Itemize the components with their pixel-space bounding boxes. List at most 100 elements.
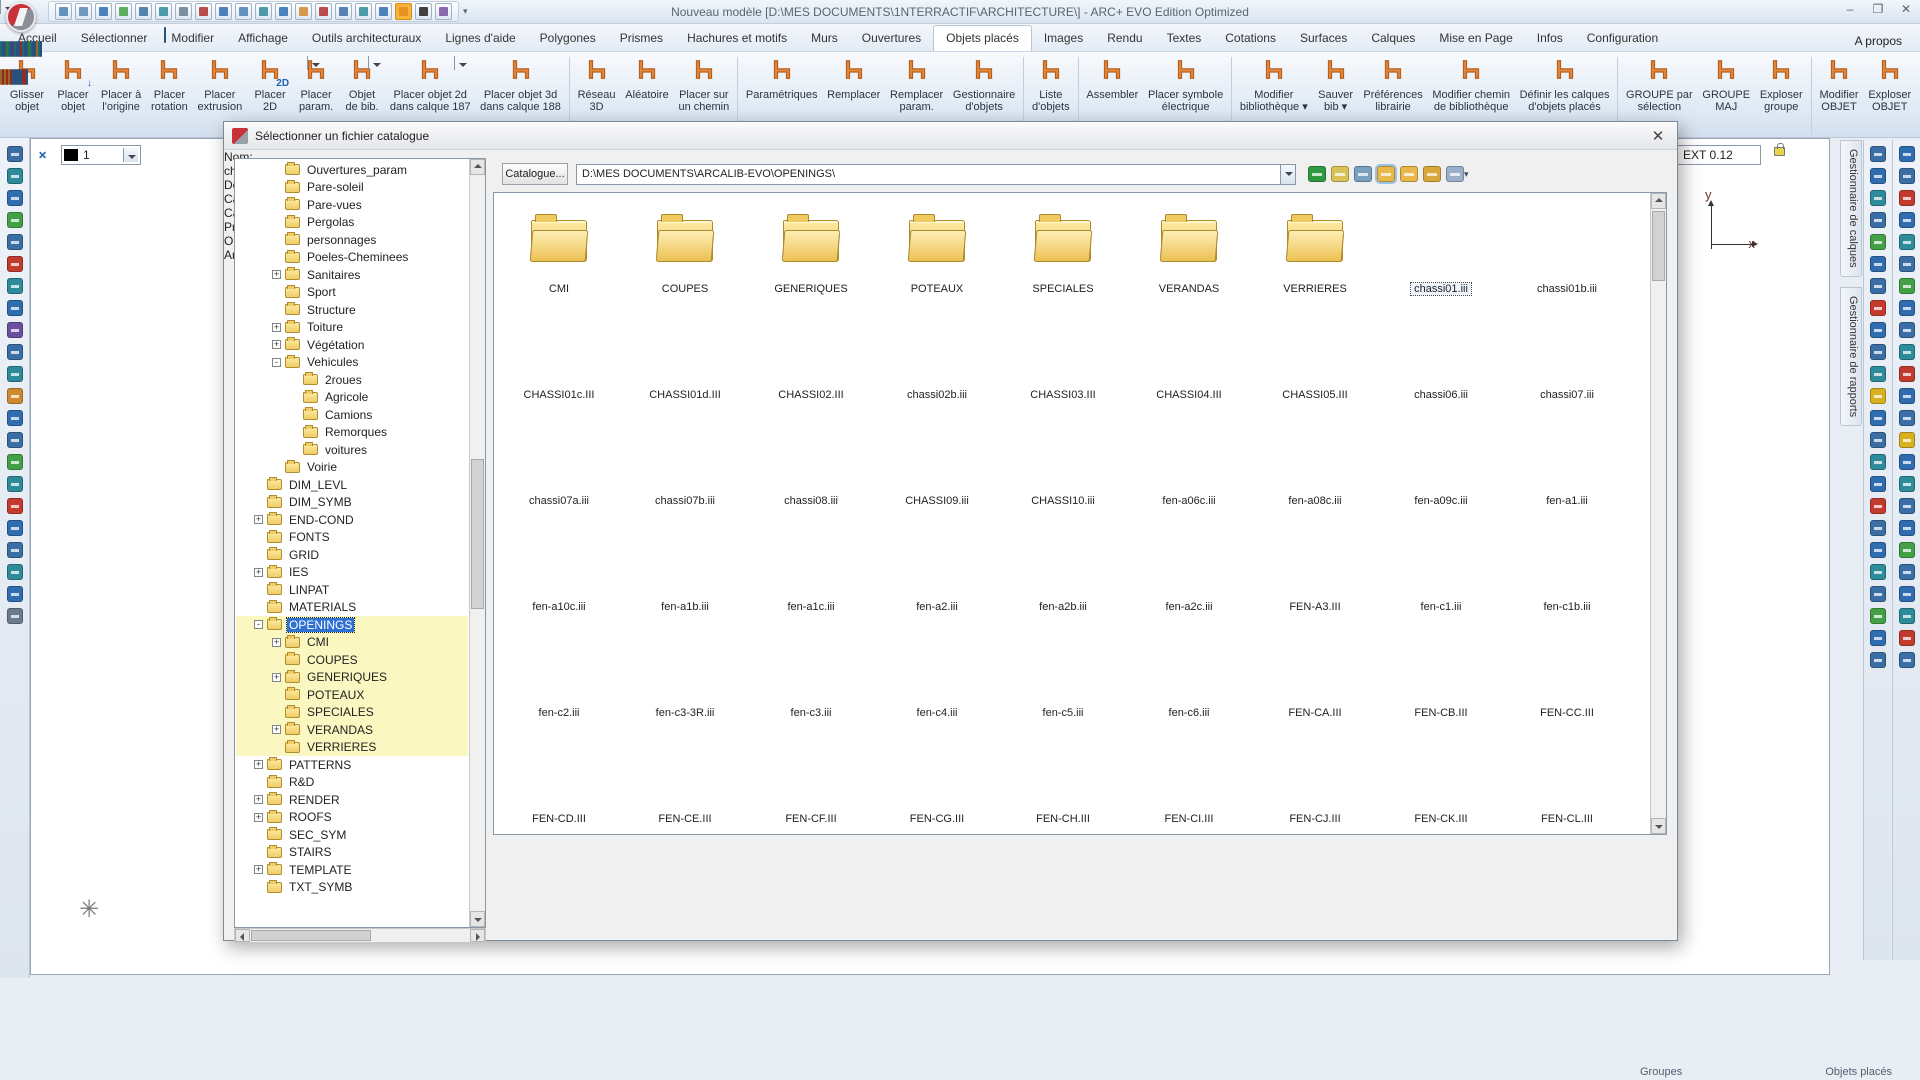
tree-item[interactable]: DIM_SYMB — [236, 494, 468, 512]
ribbon-button[interactable]: ↓ Placer objet — [50, 55, 96, 115]
ribbon-button[interactable]: Sauver bib ▾ — [1313, 55, 1359, 115]
cad-tool-icon[interactable] — [1869, 476, 1886, 492]
tree-expander-icon[interactable]: + — [254, 760, 263, 770]
catalog-item[interactable]: chassi01.iii — [1378, 195, 1504, 301]
quick-access-icon[interactable] — [135, 3, 152, 20]
ribbon-button[interactable]: Définir les calques d'objets placés — [1515, 55, 1614, 115]
menu-tab[interactable]: Cotations — [1213, 26, 1288, 51]
snap-tool-icon[interactable] — [40, 41, 42, 57]
drawing-tool-icon[interactable] — [6, 542, 23, 558]
tree-item[interactable]: Remorques — [236, 424, 468, 442]
cad-tool-icon[interactable] — [1898, 410, 1915, 426]
catalog-item[interactable]: fen-a1.iii — [1504, 407, 1630, 513]
catalog-item[interactable]: chassi08.iii — [748, 407, 874, 513]
ribbon-button[interactable] — [1810, 57, 1812, 135]
catalog-item[interactable]: FEN-CJ.III — [1252, 725, 1378, 831]
tree-item[interactable]: DIM_LEVL — [236, 476, 468, 494]
catalog-item[interactable]: fen-c1b.iii — [1504, 513, 1630, 619]
cad-tool-icon[interactable] — [1898, 366, 1915, 382]
quick-access-icon[interactable] — [395, 3, 412, 20]
cad-tool-icon[interactable] — [1898, 520, 1915, 536]
drawing-tool-icon[interactable] — [6, 564, 23, 580]
ribbon-button[interactable]: Placer rotation — [146, 55, 193, 115]
quick-access-icon[interactable] — [115, 3, 132, 20]
scrollbar-thumb[interactable] — [471, 459, 484, 609]
quick-access-icon[interactable] — [235, 3, 252, 20]
cad-tool-icon[interactable] — [1869, 366, 1886, 382]
tree-item[interactable]: - OPENINGS — [236, 616, 468, 634]
ribbon-button[interactable]: Remplacer — [822, 55, 885, 103]
drawing-tool-icon[interactable] — [6, 586, 23, 602]
cad-tool-icon[interactable] — [1898, 256, 1915, 272]
menu-tab[interactable]: Murs — [799, 26, 850, 51]
tree-item[interactable]: Pare-soleil — [236, 179, 468, 197]
catalog-item[interactable]: FEN-CK.III — [1378, 725, 1504, 831]
cad-tool-icon[interactable] — [1898, 608, 1915, 624]
minimize-button[interactable]: – — [1840, 2, 1860, 16]
chevron-down-icon[interactable] — [367, 56, 369, 70]
tree-item[interactable]: 2roues — [236, 371, 468, 389]
tree-item[interactable]: Structure — [236, 301, 468, 319]
chevron-down-icon[interactable] — [306, 56, 308, 70]
ribbon-button[interactable]: Modifier chemin de bibliothèque — [1428, 55, 1515, 115]
catalog-item[interactable]: CHASSI05.III — [1252, 301, 1378, 407]
catalog-item[interactable]: chassi07a.iii — [496, 407, 622, 513]
ribbon-button[interactable]: Réseau 3D — [573, 55, 621, 115]
scroll-left-button[interactable] — [235, 929, 250, 942]
menu-tab[interactable]: Outils architecturaux — [300, 26, 433, 51]
cad-tool-icon[interactable] — [1869, 520, 1886, 536]
catalog-item[interactable]: FEN-CA.III — [1252, 619, 1378, 725]
cad-tool-icon[interactable] — [1898, 388, 1915, 404]
menu-tab[interactable]: Mise en Page — [1427, 26, 1524, 51]
tree-item[interactable]: Ouvertures_param — [236, 161, 468, 179]
catalog-item[interactable]: FEN-CF.III — [748, 725, 874, 831]
catalog-item[interactable]: FEN-CL.III — [1504, 725, 1630, 831]
tree-expander-icon[interactable]: + — [272, 322, 281, 332]
lock-icon[interactable] — [1774, 143, 1785, 156]
catalog-item[interactable]: FEN-CE.III — [622, 725, 748, 831]
tree-item[interactable]: Agricole — [236, 389, 468, 407]
catalog-item[interactable]: chassi07.iii — [1504, 301, 1630, 407]
cad-tool-icon[interactable] — [1869, 256, 1886, 272]
ribbon-button[interactable]: 2D Placer 2D — [247, 55, 293, 115]
selection-wand-icon[interactable] — [37, 147, 55, 165]
catalog-item[interactable]: fen-a09c.iii — [1378, 407, 1504, 513]
grid-vertical-scrollbar[interactable] — [1650, 193, 1666, 834]
catalog-item[interactable]: CHASSI01d.III — [622, 301, 748, 407]
tree-item[interactable]: + RENDER — [236, 791, 468, 809]
menu-tab[interactable]: Sélectionner — [69, 26, 160, 51]
ribbon-button[interactable]: Placer à l'origine — [96, 55, 146, 115]
menu-tab-apropos[interactable]: A propos — [1843, 29, 1914, 54]
drawing-tool-icon[interactable] — [6, 410, 23, 426]
quick-access-more-icon[interactable]: ▾ — [463, 6, 468, 17]
catalog-item[interactable]: FEN-A3.III — [1252, 513, 1378, 619]
cad-tool-icon[interactable] — [1898, 190, 1915, 206]
quick-access-icon[interactable] — [375, 3, 392, 20]
scrollbar-thumb[interactable] — [251, 930, 371, 941]
quick-access-icon[interactable] — [95, 3, 112, 20]
catalog-item[interactable]: COUPES — [622, 195, 748, 301]
tree-item[interactable]: STAIRS — [236, 844, 468, 862]
tree-item[interactable]: POTEAUX — [236, 686, 468, 704]
tree-item[interactable]: + CMI — [236, 633, 468, 651]
catalog-item[interactable]: VERRIERES — [1252, 195, 1378, 301]
layer-swap-icon[interactable] — [164, 27, 167, 43]
catalog-item[interactable]: fen-c6.iii — [1126, 619, 1252, 725]
quick-access-icon[interactable] — [295, 3, 312, 20]
menu-tab[interactable]: Ouvertures — [850, 26, 933, 51]
cad-tool-icon[interactable] — [1898, 454, 1915, 470]
drawing-tool-icon[interactable] — [6, 454, 23, 470]
ribbon-button[interactable]: Exploser OBJET — [1863, 55, 1916, 115]
drawing-tool-icon[interactable] — [6, 498, 23, 514]
cad-tool-icon[interactable] — [1898, 278, 1915, 294]
path-tool-icon[interactable] — [1308, 166, 1326, 182]
catalog-item[interactable]: fen-a2.iii — [874, 513, 1000, 619]
catalog-item[interactable]: CHASSI09.iii — [874, 407, 1000, 513]
tree-item[interactable]: voitures — [236, 441, 468, 459]
ribbon-button[interactable]: Placer symbole électrique — [1143, 55, 1228, 115]
tree-item[interactable]: + IES — [236, 564, 468, 582]
tree-item[interactable]: + GENERIQUES — [236, 668, 468, 686]
catalog-item[interactable]: FEN-CG.III — [874, 725, 1000, 831]
cad-tool-icon[interactable] — [1898, 344, 1915, 360]
tree-expander-icon[interactable]: + — [254, 865, 263, 875]
